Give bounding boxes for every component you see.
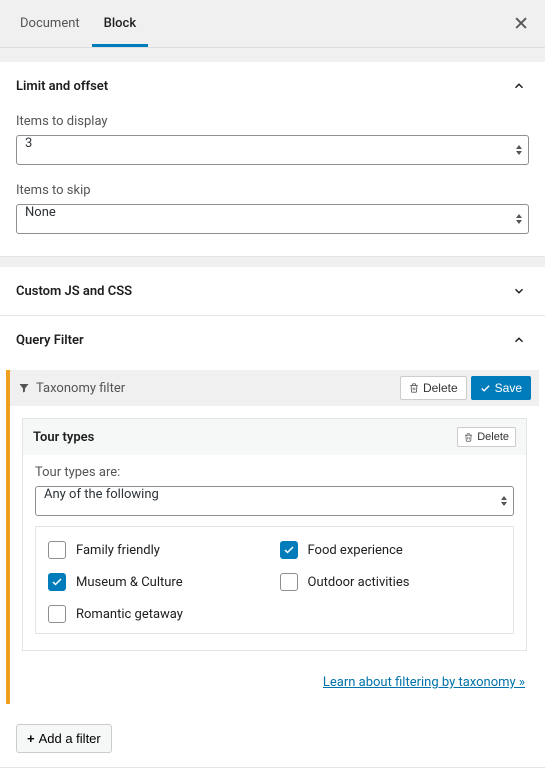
items-to-skip-label: Items to skip <box>16 183 529 198</box>
tour-type-option[interactable]: Outdoor activities <box>280 573 502 591</box>
tour-types-are-label: Tour types are: <box>35 465 514 480</box>
delete-label: Delete <box>477 431 509 443</box>
save-filter-button[interactable]: Save <box>471 376 531 400</box>
panel-query-filter-header[interactable]: Query Filter <box>0 316 545 364</box>
panel-query-filter: Query Filter Taxonomy filter Delete Save <box>0 316 545 768</box>
chevron-up-icon <box>509 76 529 96</box>
filter-icon <box>18 382 30 394</box>
checkbox-label: Museum & Culture <box>76 575 183 590</box>
panel-custom-js-css: Custom JS and CSS <box>0 257 545 316</box>
add-filter-button[interactable]: + Add a filter <box>16 724 112 753</box>
delete-filter-button[interactable]: Delete <box>400 376 467 400</box>
items-to-display-label: Items to display <box>16 114 529 129</box>
add-filter-label: Add a filter <box>39 731 101 746</box>
panel-title: Limit and offset <box>16 79 108 94</box>
checkbox-label: Family friendly <box>76 543 160 558</box>
inspector-header: Document Block ✕ <box>0 0 545 48</box>
trash-icon <box>409 383 419 393</box>
checkbox-label: Outdoor activities <box>308 575 410 590</box>
checkbox[interactable] <box>48 541 66 559</box>
tour-type-option[interactable]: Museum & Culture <box>48 573 270 591</box>
taxonomy-filter-card: Taxonomy filter Delete Save Tour types D… <box>6 370 539 704</box>
checkbox[interactable] <box>48 573 66 591</box>
panel-limit-offset: Limit and offset Items to display 3 Item… <box>0 48 545 257</box>
tour-type-option[interactable]: Food experience <box>280 541 502 559</box>
tour-types-title: Tour types <box>33 430 94 445</box>
checkbox-label: Food experience <box>308 543 403 558</box>
tour-types-condition-select[interactable]: Any of the following <box>35 486 514 516</box>
plus-icon: + <box>27 731 35 746</box>
learn-taxonomy-link[interactable]: Learn about filtering by taxonomy » <box>10 663 539 704</box>
filter-title-text: Taxonomy filter <box>36 381 125 396</box>
checkbox-label: Romantic getaway <box>76 607 183 622</box>
chevron-down-icon <box>509 281 529 301</box>
tour-types-options: Family friendly Food experience Museum & C… <box>35 526 514 634</box>
tab-document[interactable]: Document <box>8 0 92 47</box>
check-icon <box>480 383 491 394</box>
items-to-skip-select[interactable]: None <box>16 204 529 234</box>
save-label: Save <box>495 381 522 395</box>
checkbox[interactable] <box>280 541 298 559</box>
delete-tour-types-button[interactable]: Delete <box>457 427 516 447</box>
items-to-display-select[interactable]: 3 <box>16 135 529 165</box>
panel-title: Query Filter <box>16 333 84 348</box>
tour-type-option[interactable]: Romantic getaway <box>48 605 270 623</box>
tour-types-header: Tour types Delete <box>23 419 526 455</box>
checkbox[interactable] <box>48 605 66 623</box>
panel-custom-js-css-header[interactable]: Custom JS and CSS <box>0 267 545 315</box>
filter-card-header: Taxonomy filter Delete Save <box>10 370 539 406</box>
trash-icon <box>464 433 473 442</box>
tab-block[interactable]: Block <box>92 0 148 47</box>
items-to-display-select-wrap: 3 <box>16 135 529 165</box>
delete-label: Delete <box>423 381 458 395</box>
tour-type-option[interactable]: Family friendly <box>48 541 270 559</box>
close-icon[interactable]: ✕ <box>505 4 537 43</box>
filter-card-title: Taxonomy filter <box>18 381 125 396</box>
items-to-skip-select-wrap: None <box>16 204 529 234</box>
tour-types-box: Tour types Delete Tour types are: Any of… <box>22 418 527 651</box>
checkbox[interactable] <box>280 573 298 591</box>
panel-title: Custom JS and CSS <box>16 284 132 299</box>
panel-limit-offset-header[interactable]: Limit and offset <box>0 62 545 110</box>
chevron-up-icon <box>509 330 529 350</box>
